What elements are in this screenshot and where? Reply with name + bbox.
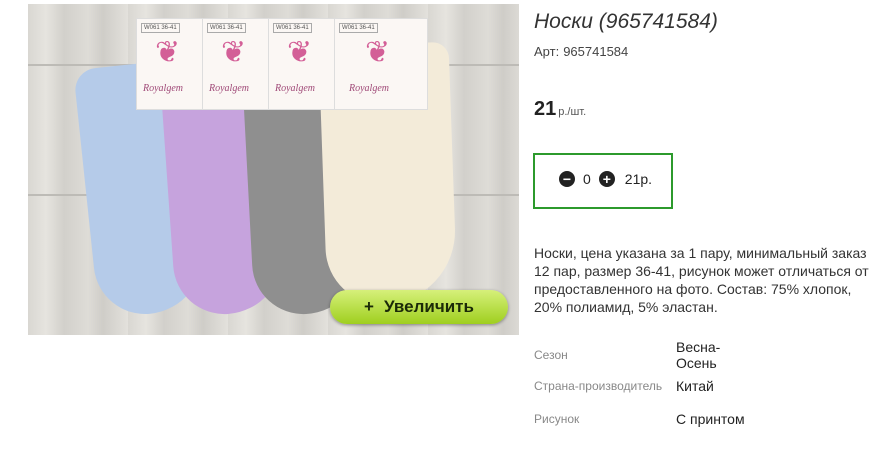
price-value: 21 (534, 98, 557, 120)
tag-code: W061 36-41 (141, 23, 180, 33)
tag-code: W061 36-41 (207, 23, 246, 33)
property-key: Рисунок (534, 412, 580, 426)
quantity-total: 21р. (624, 171, 653, 187)
product-price: 21 р./шт. (534, 98, 586, 121)
tag-brand: Royalgem (143, 83, 183, 94)
tag-brand: Royalgem (275, 83, 315, 94)
product-tag: W061 36-41 ❦ Royalgem (334, 18, 428, 110)
zoom-button-label: Увеличить (383, 297, 474, 316)
butterfly-icon: ❦ (287, 36, 313, 69)
butterfly-icon: ❦ (365, 36, 391, 69)
property-row: Страна-производитель Китай (534, 372, 746, 400)
tag-brand: Royalgem (349, 83, 389, 94)
quantity-widget: − 0 + 21р. (533, 153, 673, 209)
property-key: Страна-производитель (534, 379, 663, 393)
product-sku: Арт: 965741584 (534, 44, 628, 59)
product-description: Носки, цена указана за 1 пару, минимальн… (534, 245, 869, 315)
sku-label: Арт: (534, 44, 560, 59)
product-tag: W061 36-41 ❦ Royalgem (202, 18, 270, 110)
tag-code: W061 36-41 (339, 23, 378, 33)
plus-icon: + (364, 297, 374, 316)
tag-brand: Royalgem (209, 83, 249, 94)
zoom-button[interactable]: + Увеличить (330, 290, 508, 324)
product-tag: W061 36-41 ❦ Royalgem (136, 18, 204, 110)
price-unit: р./шт. (558, 106, 587, 118)
quantity-value: 0 (583, 171, 591, 187)
product-title: Носки (965741584) (534, 10, 718, 33)
minus-circle-icon[interactable]: − (559, 171, 575, 187)
product-photo[interactable]: W061 36-41 ❦ Royalgem W061 36-41 ❦ Royal… (28, 4, 519, 335)
properties-table: Сезон Весна-Осень Страна-производитель К… (534, 338, 746, 438)
tag-code: W061 36-41 (273, 23, 312, 33)
sku-value: 965741584 (563, 44, 629, 59)
property-value: Весна-Осень (676, 339, 721, 371)
property-row: Рисунок С принтом (534, 400, 746, 438)
property-value: С принтом (676, 411, 745, 427)
property-value: Китай (676, 378, 714, 394)
butterfly-icon: ❦ (155, 36, 181, 69)
property-row: Сезон Весна-Осень (534, 338, 746, 372)
butterfly-icon: ❦ (221, 36, 247, 69)
product-tag: W061 36-41 ❦ Royalgem (268, 18, 336, 110)
plus-circle-icon[interactable]: + (598, 171, 615, 187)
property-key: Сезон (534, 348, 568, 362)
